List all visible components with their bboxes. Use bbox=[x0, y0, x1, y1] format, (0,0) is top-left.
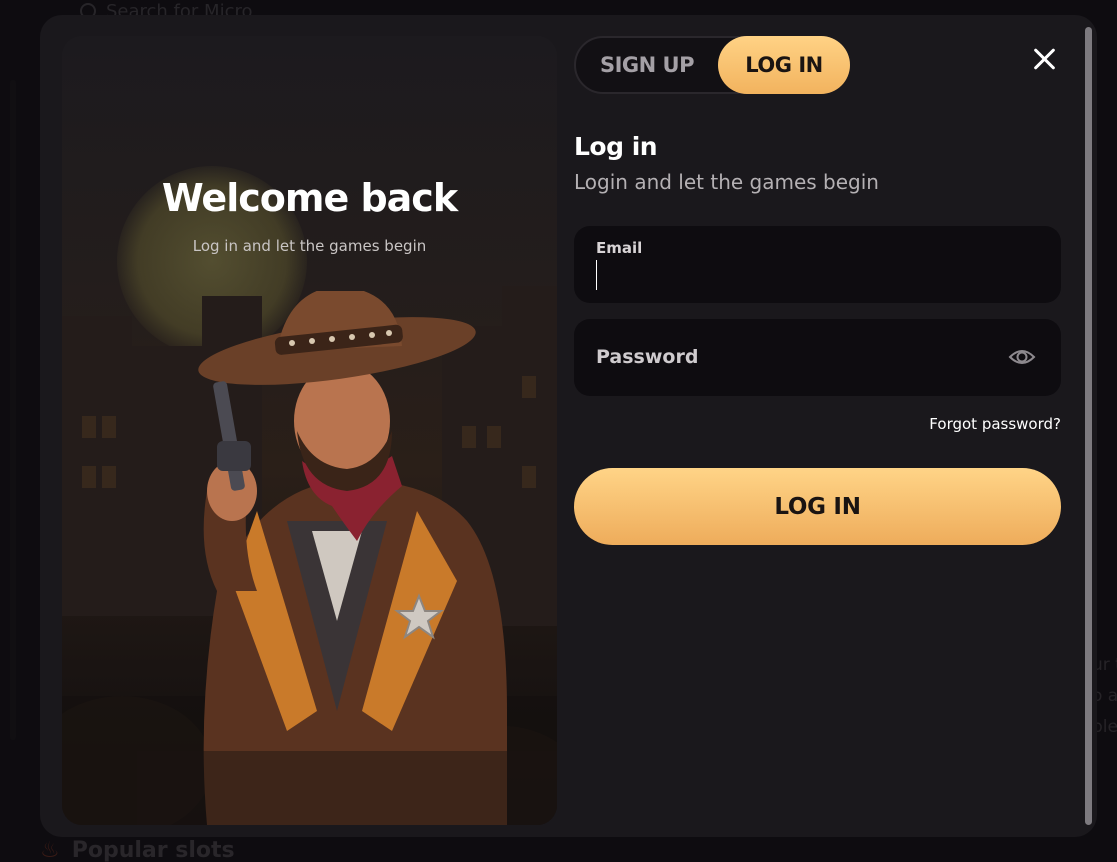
modal-scrollbar[interactable] bbox=[1085, 27, 1092, 825]
hero-panel: Welcome back Log in and let the games be… bbox=[62, 36, 557, 825]
email-input[interactable] bbox=[596, 260, 1036, 290]
cowboy-illustration bbox=[137, 291, 557, 825]
login-modal: Welcome back Log in and let the games be… bbox=[40, 15, 1097, 837]
forgot-password-link[interactable]: Forgot password? bbox=[929, 415, 1061, 433]
tab-signup[interactable]: SIGN UP bbox=[576, 36, 718, 94]
login-submit-button[interactable]: LOG IN bbox=[574, 468, 1061, 545]
email-label: Email bbox=[596, 239, 643, 257]
password-field[interactable] bbox=[574, 319, 1061, 396]
eye-icon[interactable] bbox=[1008, 345, 1036, 369]
form-title: Log in bbox=[574, 132, 658, 161]
close-icon[interactable] bbox=[1030, 45, 1058, 73]
password-input[interactable] bbox=[596, 341, 996, 373]
auth-tabs: SIGN UP LOG IN bbox=[574, 36, 850, 94]
tab-login[interactable]: LOG IN bbox=[718, 36, 850, 94]
hero-subtitle: Log in and let the games begin bbox=[192, 237, 427, 255]
hero-title: Welcome back bbox=[161, 176, 458, 220]
form-subtitle: Login and let the games begin bbox=[574, 170, 879, 194]
email-field[interactable]: Email bbox=[574, 226, 1061, 303]
